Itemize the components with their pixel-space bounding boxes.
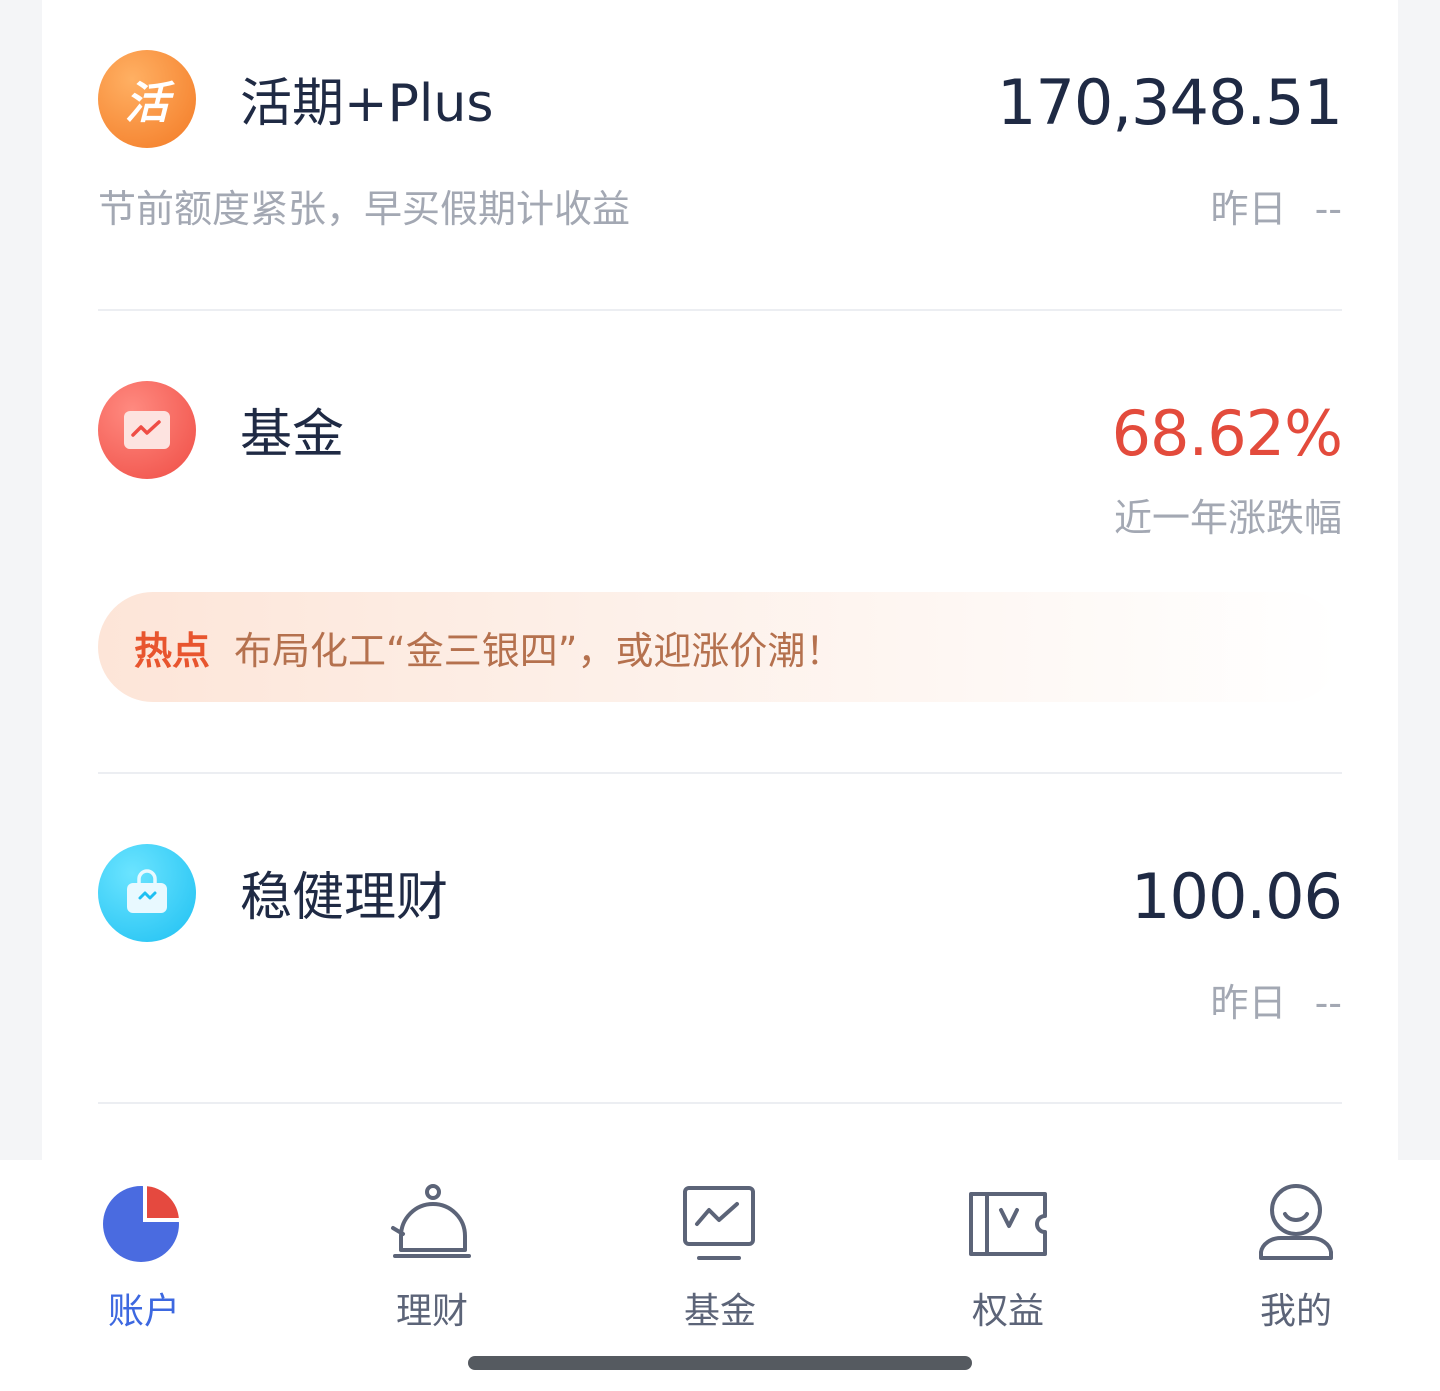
- fund-chart-icon: [98, 381, 196, 479]
- yesterday-earnings: 昨日 --: [1211, 190, 1342, 228]
- product-subtitle: 节前额度紧张，早买假期计收益: [98, 187, 631, 231]
- benefit-ticket-icon: [969, 1192, 1047, 1256]
- product-balance: 100.06: [1131, 860, 1343, 933]
- tab-label: 理财: [395, 1291, 468, 1332]
- hot-tag: 热点: [134, 628, 211, 673]
- tab-label: 我的: [1259, 1291, 1332, 1332]
- divider: [98, 772, 1342, 774]
- profile-user-icon: [1259, 1184, 1333, 1260]
- tab-benefits[interactable]: 权益: [928, 1178, 1088, 1334]
- tab-label: 账户: [107, 1291, 180, 1332]
- yesterday-label: 昨日: [1210, 981, 1287, 1025]
- hot-topic-text: 布局化工“金三银四”，或迎涨价潮！: [234, 628, 844, 673]
- tab-wealth[interactable]: 理财: [352, 1178, 512, 1334]
- yesterday-earnings: 昨日 --: [1211, 984, 1342, 1022]
- steady-wealth-bag-icon: [98, 844, 196, 942]
- assets-card: 活 活期+Plus 170,348.51 节前额度紧张，早买假期计收益 昨日 --…: [42, 0, 1398, 1160]
- hot-topic-banner[interactable]: 热点 布局化工“金三银四”，或迎涨价潮！: [98, 592, 1342, 702]
- tab-mine[interactable]: 我的: [1216, 1178, 1376, 1334]
- tab-label: 基金: [683, 1291, 756, 1332]
- divider: [98, 1102, 1342, 1104]
- product-row-steady-wealth[interactable]: 稳健理财 100.06 昨日 --: [98, 844, 1343, 1044]
- yesterday-value: --: [1314, 187, 1342, 231]
- fund-change-label: 近一年涨跌幅: [1113, 496, 1342, 540]
- divider: [98, 309, 1342, 311]
- fund-monitor-icon: [683, 1186, 755, 1260]
- fund-yearly-change: 68.62%: [1111, 397, 1343, 470]
- tab-fund[interactable]: 基金: [640, 1178, 800, 1334]
- tab-account[interactable]: 账户: [64, 1178, 224, 1334]
- huoqi-icon: 活: [98, 50, 196, 148]
- product-title: 活期+Plus: [240, 74, 494, 134]
- product-title: 基金: [240, 405, 345, 465]
- yesterday-value: --: [1314, 981, 1342, 1025]
- home-indicator[interactable]: [468, 1356, 972, 1370]
- product-balance: 170,348.51: [997, 66, 1343, 139]
- tab-label: 权益: [971, 1291, 1044, 1332]
- product-title: 稳健理财: [240, 868, 449, 928]
- yesterday-label: 昨日: [1210, 187, 1287, 231]
- account-pie-icon: [103, 1181, 184, 1262]
- wealth-bell-icon: [391, 1184, 471, 1258]
- product-row-huoqi-plus[interactable]: 活 活期+Plus 170,348.51 节前额度紧张，早买假期计收益 昨日 --: [98, 50, 1343, 250]
- product-row-fund[interactable]: 基金 68.62% 近一年涨跌幅: [98, 381, 1343, 551]
